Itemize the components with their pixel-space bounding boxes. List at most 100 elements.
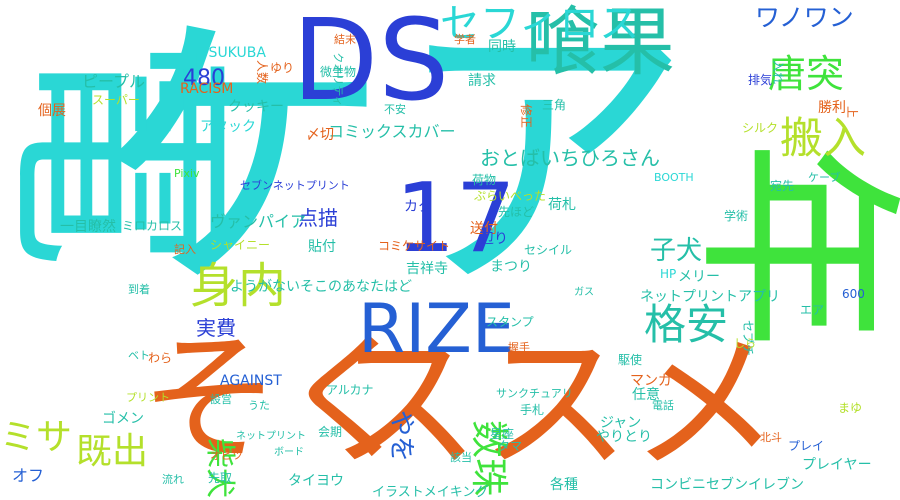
- cloud-word: 入れ: [771, 59, 786, 85]
- cloud-word: コミックスカバー: [328, 122, 456, 141]
- cloud-word: ゆり: [270, 61, 295, 75]
- cloud-word: ミサ: [0, 417, 73, 458]
- cloud-word: メリー: [678, 269, 720, 285]
- cloud-word: ヴァンパイア: [210, 212, 307, 231]
- cloud-word: 子犬: [650, 236, 703, 266]
- cloud-word: RACISM: [180, 81, 234, 97]
- cloud-word: 不安: [384, 103, 406, 116]
- cloud-word: 既出: [76, 431, 149, 472]
- cloud-word: 先ほど: [498, 205, 535, 219]
- cloud-word: ケーブ: [808, 171, 841, 184]
- cloud-word: アルカナ: [326, 383, 374, 397]
- cloud-word: おとばいちひろさん: [480, 146, 660, 170]
- cloud-word: 電話: [652, 399, 674, 412]
- cloud-word: 該当: [450, 451, 472, 464]
- cloud-word: 流れ: [162, 473, 184, 486]
- cloud-word: アタック: [200, 119, 256, 135]
- cloud-word: 荷札: [548, 197, 576, 213]
- cloud-word: マンガ: [630, 373, 672, 389]
- cloud-word: やを: [386, 409, 417, 463]
- cloud-word: スタンプ: [486, 315, 534, 329]
- cloud-word: ボード: [274, 447, 304, 458]
- cloud-word: 手札: [520, 403, 545, 417]
- cloud-word: シルク: [742, 121, 779, 135]
- cloud-word: 設営: [210, 393, 232, 406]
- cloud-word: 学術: [724, 209, 749, 223]
- cloud-word: 先取: [208, 471, 233, 485]
- cloud-word: 結末: [334, 33, 356, 46]
- cloud-word: AGAINST: [220, 373, 282, 389]
- cloud-word: クッキー: [228, 99, 284, 115]
- cloud-word: やりとり: [596, 429, 652, 445]
- cloud-word: 微生物: [320, 65, 357, 79]
- cloud-word: 会期: [318, 425, 343, 439]
- cloud-word: 柴犬: [202, 438, 237, 498]
- cloud-word: 一目瞭然: [60, 219, 116, 235]
- cloud-word: 実費: [196, 316, 236, 340]
- cloud-word: 貼付: [308, 239, 336, 255]
- cloud-word: ジャン: [600, 415, 642, 431]
- cloud-word: 600: [842, 287, 865, 301]
- cloud-word: セブンネットプリント: [240, 179, 350, 192]
- cloud-word: エア: [800, 303, 825, 317]
- cloud-word: 記入: [174, 243, 196, 256]
- cloud-word: ガス: [574, 287, 594, 298]
- cloud-word: TSUKUBA: [200, 45, 266, 61]
- cloud-word: 同時: [488, 39, 516, 55]
- cloud-word: タイヨウ: [288, 473, 344, 489]
- cloud-word: Pixiv: [174, 167, 200, 180]
- cloud-word: プレイ: [788, 439, 825, 453]
- cloud-word: スーパー: [92, 93, 140, 107]
- cloud-word: わら: [148, 351, 173, 365]
- cloud-word: まゆ: [838, 401, 863, 415]
- cloud-word: まつり: [490, 259, 532, 275]
- cloud-word: 格安: [644, 300, 729, 349]
- cloud-word: ピープル: [82, 72, 146, 91]
- word-cloud: ケア電年そく ススメ DS 喰果 17 RIZE セフィロス ワノワン 唐突 搬入 身内 格安 数珠 ミサ…: [0, 0, 900, 500]
- cloud-word: 〆切: [306, 127, 334, 143]
- cloud-word: プレイヤー: [802, 457, 872, 473]
- cloud-word: カタ: [404, 199, 432, 215]
- cloud-word: プリント: [126, 391, 170, 404]
- cloud-word: うた: [248, 399, 270, 412]
- cloud-word: オフ: [12, 466, 45, 485]
- cloud-word: ぷらいべった: [474, 189, 547, 203]
- cloud-word: ミロカロス: [122, 219, 183, 233]
- cloud-word: サンクチュアリ: [496, 387, 573, 400]
- cloud-word: 上: [845, 105, 860, 119]
- cloud-word: 請求: [468, 73, 496, 89]
- cloud-word: コミケサイト: [378, 239, 451, 253]
- cloud-word: BOOTH: [654, 171, 694, 184]
- cloud-word: 人数: [255, 59, 270, 85]
- cloud-word: セシイル: [524, 243, 573, 257]
- cloud-word: 三角: [542, 98, 567, 112]
- cloud-word: 吉祥寺: [406, 261, 448, 277]
- cloud-word: HP: [660, 267, 677, 281]
- cloud-word: ネットプリントアプリ: [640, 289, 780, 305]
- cloud-word: シャイニー: [210, 238, 271, 252]
- cloud-word: 到着: [128, 283, 150, 296]
- cloud-word: 搬入: [780, 114, 866, 164]
- cloud-word: 各種: [550, 477, 578, 493]
- cloud-word: 修正: [519, 103, 534, 129]
- cloud-word: 勝利: [818, 100, 846, 116]
- cloud-word: 駆使: [618, 353, 643, 367]
- cloud-word: オビツ: [210, 449, 243, 462]
- cloud-word: 宛先: [770, 179, 795, 193]
- cloud-word: 北斗: [760, 431, 782, 444]
- cloud-word: ワノワン: [755, 3, 854, 32]
- cloud-word: 排気: [748, 73, 773, 87]
- cloud-word: 荷物: [472, 173, 497, 187]
- cloud-word: DS: [292, 0, 450, 126]
- cloud-word: イラストメイキング: [372, 485, 489, 500]
- cloud-word: コンビニセブンイレブン: [650, 477, 804, 493]
- cloud-word: 個展: [38, 103, 66, 119]
- cloud-word: 学者: [454, 33, 476, 46]
- cloud-word: ベト: [128, 349, 150, 362]
- cloud-word: ようがないそこのあなたはど: [230, 279, 412, 295]
- cloud-word: ネットプリント: [236, 431, 306, 442]
- cloud-word: しら: [734, 337, 756, 350]
- cloud-word: クオリティ: [331, 51, 345, 107]
- cloud-word: 握手: [508, 341, 530, 354]
- cloud-word: ゴメン: [102, 411, 144, 427]
